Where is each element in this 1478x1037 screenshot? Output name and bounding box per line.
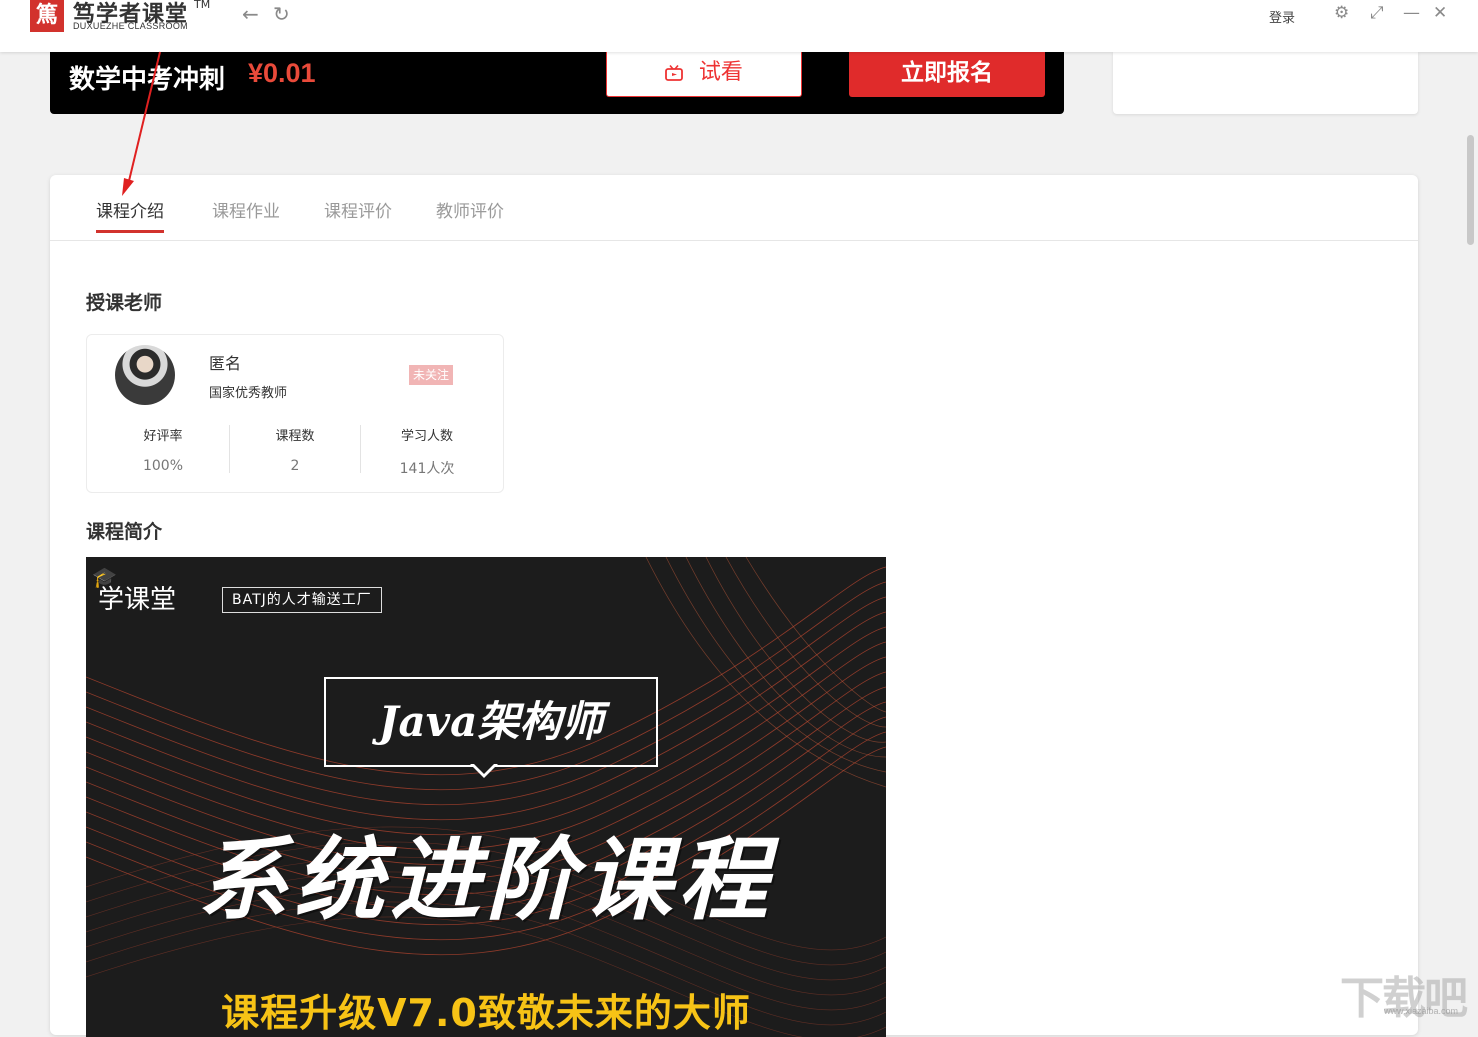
stat-label: 学习人数 bbox=[400, 429, 453, 444]
promo-big-title: 系统进阶课程 bbox=[198, 827, 774, 933]
app-name-en: DUXUEZHE CLASSROOM bbox=[73, 21, 188, 31]
follow-button[interactable]: 未关注 bbox=[409, 365, 454, 385]
stat-value: 2 bbox=[290, 458, 300, 474]
tv-icon bbox=[665, 63, 689, 84]
side-panel bbox=[1113, 52, 1418, 114]
avatar[interactable] bbox=[115, 345, 175, 405]
promo-subtitle: 课程升级V7.0致敬未来的大师 bbox=[221, 991, 751, 1035]
stat-rating: 好评率 100% bbox=[98, 425, 228, 474]
speech-pointer-inner bbox=[473, 763, 495, 774]
promo-logo-text: 学课堂 bbox=[98, 585, 177, 615]
watermark-url: www.xiazaiba.com bbox=[1384, 1006, 1459, 1016]
course-header-bar: 数学中考冲刺 ¥0.01 试看 立即报名 bbox=[50, 52, 1064, 114]
watermark: 下载吧 bbox=[1340, 973, 1468, 1024]
stat-divider bbox=[360, 425, 361, 473]
tab-course-homework[interactable]: 课程作业 bbox=[212, 197, 280, 230]
course-promo-image: 🎓 学课堂 BATJ的人才输送工厂 Java架构师 系统进阶课程 课程升级V7.… bbox=[86, 557, 886, 1037]
preview-button[interactable]: 试看 bbox=[606, 52, 802, 97]
intro-section-title: 课程简介 bbox=[86, 521, 163, 543]
stat-course-count: 课程数 2 bbox=[230, 425, 360, 474]
teacher-name[interactable]: 匿名 bbox=[209, 350, 241, 374]
title-bar: 篤 笃学者课堂 TM DUXUEZHE CLASSROOM ← ↻ 登录 ⚙ ⤢… bbox=[0, 0, 1478, 52]
refresh-icon[interactable]: ↻ bbox=[273, 2, 290, 26]
back-arrow-icon[interactable]: ← bbox=[242, 2, 259, 26]
scrollbar-thumb[interactable] bbox=[1467, 135, 1474, 245]
stat-label: 课程数 bbox=[275, 429, 315, 444]
promo-tag: BATJ的人才输送工厂 bbox=[222, 587, 382, 613]
preview-label: 试看 bbox=[698, 60, 743, 85]
stat-learners: 学习人数 141人次 bbox=[362, 425, 492, 478]
course-title: 数学中考冲刺 bbox=[69, 65, 226, 95]
promo-wave-pattern bbox=[86, 557, 886, 1037]
trademark-label: TM bbox=[194, 0, 211, 11]
course-detail-card: 课程介绍 课程作业 课程评价 教师评价 授课老师 匿名 国家优秀教师 未关注 好… bbox=[50, 175, 1418, 1037]
stat-label: 好评率 bbox=[143, 429, 183, 444]
close-icon[interactable]: ✕ bbox=[1433, 3, 1447, 23]
teacher-section-title: 授课老师 bbox=[86, 292, 163, 314]
login-button[interactable]: 登录 bbox=[1269, 7, 1295, 26]
course-price: ¥0.01 bbox=[248, 58, 316, 88]
expand-icon[interactable]: ⤢ bbox=[1370, 3, 1384, 23]
tab-bar: 课程介绍 课程作业 课程评价 教师评价 bbox=[50, 175, 1418, 241]
stat-value: 141人次 bbox=[399, 461, 455, 477]
tab-teacher-reviews[interactable]: 教师评价 bbox=[436, 197, 504, 230]
stat-value: 100% bbox=[142, 458, 184, 474]
java-architect-label: Java架构师 bbox=[324, 677, 658, 767]
enroll-button[interactable]: 立即报名 bbox=[849, 52, 1045, 97]
settings-gear-icon[interactable]: ⚙ bbox=[1334, 3, 1349, 23]
teacher-card: 匿名 国家优秀教师 未关注 好评率 100% 课程数 2 学习人数 141人次 bbox=[86, 334, 504, 493]
app-logo-icon: 篤 bbox=[30, 0, 64, 32]
tab-course-intro[interactable]: 课程介绍 bbox=[96, 197, 164, 233]
minimize-icon[interactable]: — bbox=[1403, 3, 1420, 23]
tab-course-reviews[interactable]: 课程评价 bbox=[324, 197, 392, 230]
teacher-role: 国家优秀教师 bbox=[209, 386, 288, 401]
